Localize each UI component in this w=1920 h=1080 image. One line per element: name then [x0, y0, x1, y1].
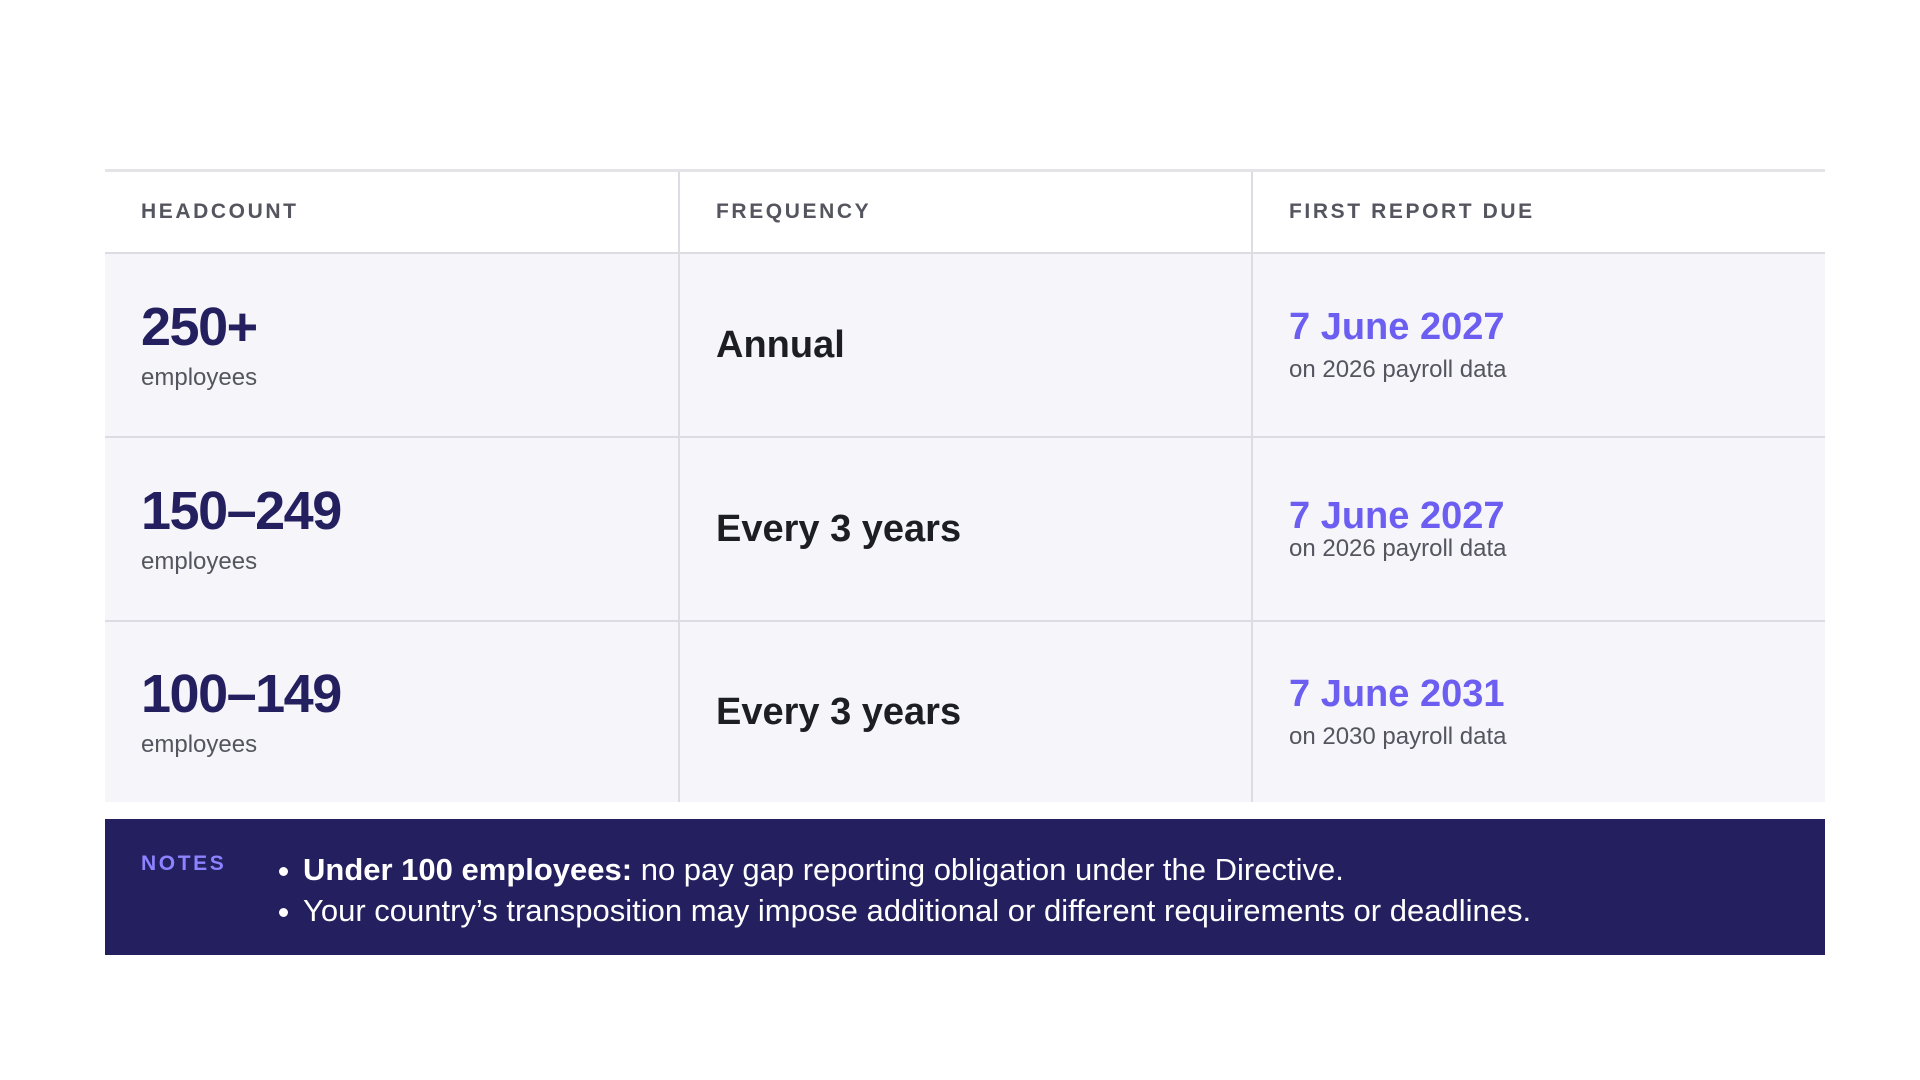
notes-list: Under 100 employees: no pay gap reportin…: [275, 849, 1531, 955]
header-cell-first-report-due: FIRST REPORT DUE: [1251, 172, 1825, 252]
table-row: 150–249 employees Every 3 years 7 June 2…: [105, 438, 1825, 622]
headcount-unit: employees: [141, 548, 258, 575]
due-cell: 7 June 2027 on 2026 payroll data: [1251, 438, 1825, 620]
headcount-cell: 100–149 employees: [105, 622, 678, 802]
frequency-cell: Every 3 years: [678, 438, 1251, 620]
headcount-value: 100–149: [141, 664, 342, 724]
column-header-first-report-due: FIRST REPORT DUE: [1289, 200, 1535, 223]
frequency-value: Annual: [716, 324, 845, 366]
list-item: Under 100 employees: no pay gap reportin…: [275, 849, 1531, 890]
headcount-cell: 150–249 employees: [105, 438, 678, 620]
due-cell: 7 June 2031 on 2030 payroll data: [1251, 622, 1825, 802]
header-cell-headcount: HEADCOUNT: [105, 172, 678, 252]
note-text: no pay gap reporting obligation under th…: [632, 852, 1344, 887]
due-basis: on 2030 payroll data: [1289, 723, 1507, 750]
table-row: 250+ employees Annual 7 June 2027 on 202…: [105, 254, 1825, 438]
due-date: 7 June 2031: [1289, 673, 1505, 715]
column-header-frequency: FREQUENCY: [716, 200, 872, 223]
due-basis: on 2026 payroll data: [1289, 356, 1507, 383]
table-row: 100–149 employees Every 3 years 7 June 2…: [105, 622, 1825, 802]
headcount-value: 150–249: [141, 481, 342, 541]
headcount-unit: employees: [141, 731, 258, 758]
table-header-row: HEADCOUNT FREQUENCY FIRST REPORT DUE: [105, 172, 1825, 254]
note-emphasis: Under 100 employees:: [303, 852, 633, 887]
due-basis: on 2026 payroll data: [1289, 535, 1507, 562]
frequency-value: Every 3 years: [716, 508, 962, 550]
reporting-schedule-table: HEADCOUNT FREQUENCY FIRST REPORT DUE 250…: [105, 169, 1825, 802]
frequency-cell: Annual: [678, 254, 1251, 436]
page: HEADCOUNT FREQUENCY FIRST REPORT DUE 250…: [0, 0, 1920, 1080]
headcount-unit: employees: [141, 364, 258, 391]
headcount-value: 250+: [141, 297, 258, 357]
note-text: Your country’s transposition may impose …: [303, 893, 1532, 928]
due-cell: 7 June 2027 on 2026 payroll data: [1251, 254, 1825, 436]
frequency-value: Every 3 years: [716, 691, 962, 733]
due-date: 7 June 2027: [1289, 306, 1505, 348]
frequency-cell: Every 3 years: [678, 622, 1251, 802]
column-header-headcount: HEADCOUNT: [141, 200, 299, 223]
notes-panel: NOTES Under 100 employees: no pay gap re…: [105, 819, 1825, 955]
header-cell-frequency: FREQUENCY: [678, 172, 1251, 252]
notes-label: NOTES: [141, 852, 227, 875]
headcount-cell: 250+ employees: [105, 254, 678, 436]
list-item: Your country’s transposition may impose …: [275, 890, 1531, 931]
